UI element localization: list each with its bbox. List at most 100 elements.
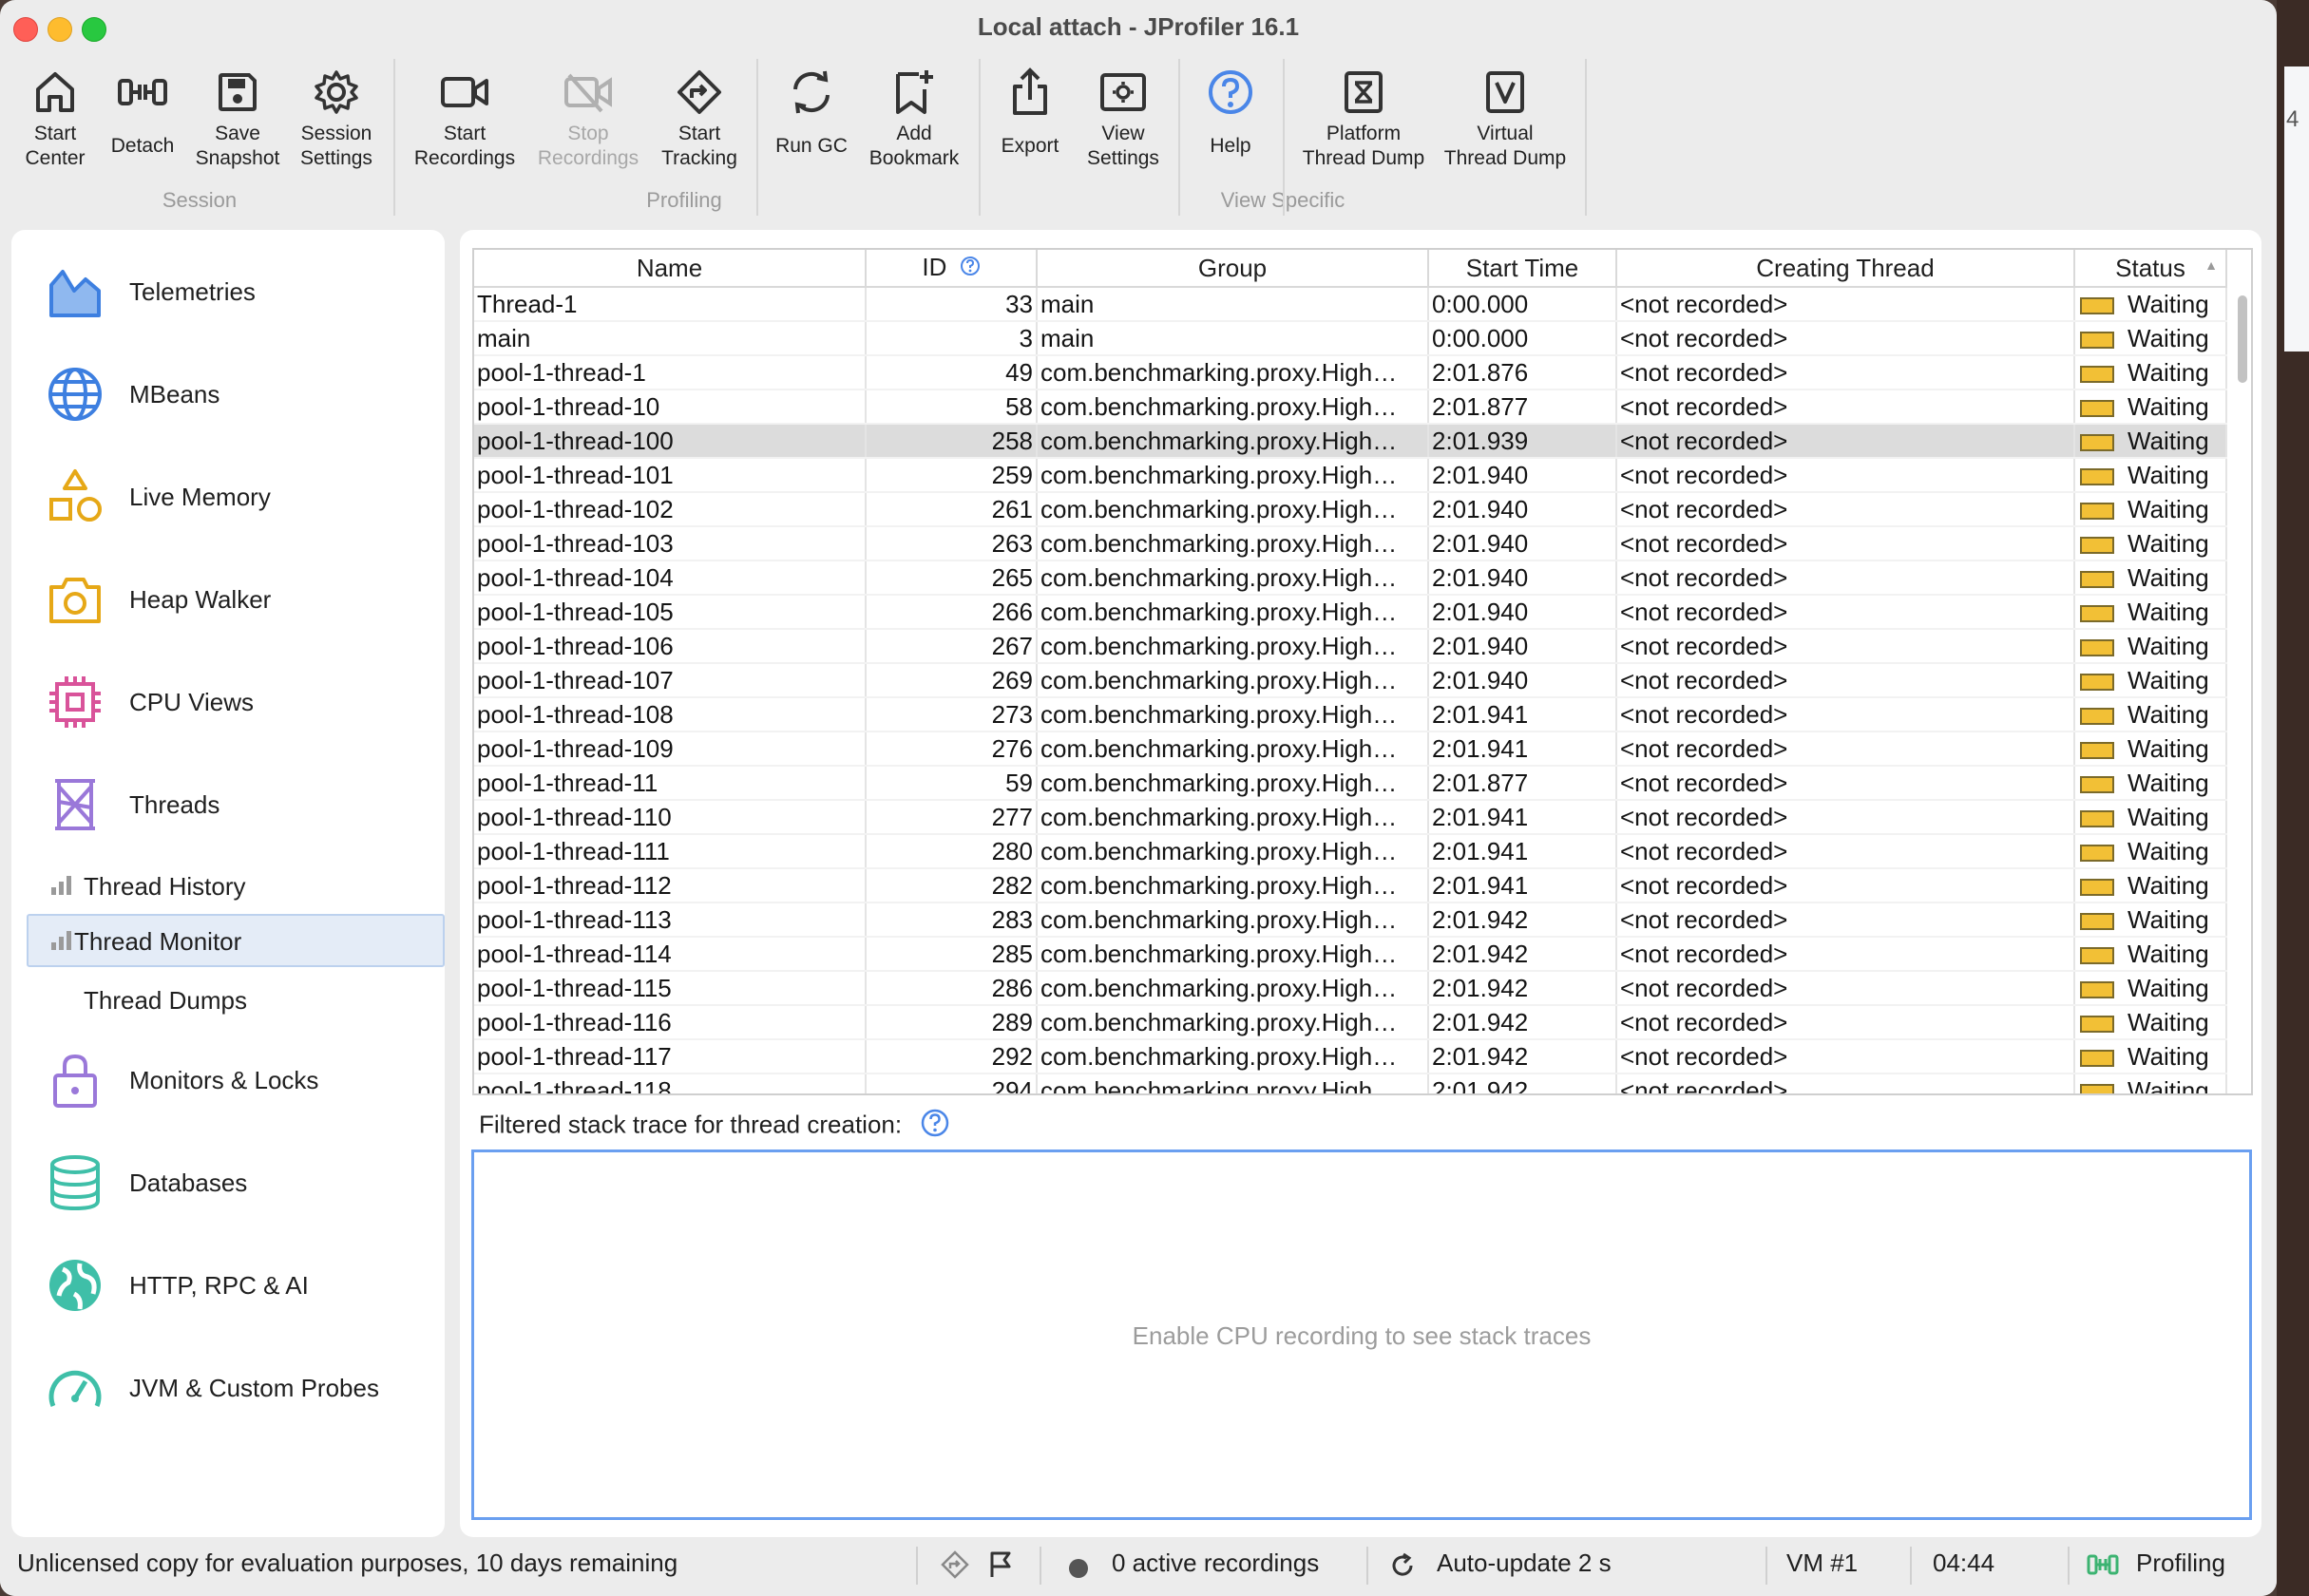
sidebar-item-mbeans[interactable]: MBeans (11, 353, 445, 429)
table-row[interactable]: pool-1-thread-113 283 com.benchmarking.pro… (474, 902, 2227, 938)
table-row[interactable]: pool-1-thread-106 267 com.benchmarking.pro… (474, 629, 2227, 664)
cell-group: com.benchmarking.proxy.High… (1037, 732, 1429, 767)
status-separator (1765, 1547, 1767, 1585)
cell-creating-thread: <not recorded> (1616, 1039, 2075, 1074)
add-bookmark-button[interactable]: Add Bookmark (865, 63, 964, 171)
cell-creating-thread: <not recorded> (1616, 595, 2075, 630)
column-header-creating-thread[interactable]: Creating Thread (1616, 250, 2075, 288)
sidebar-item-cpu-views[interactable]: CPU Views (11, 661, 445, 737)
sidebar-item-jvm-custom-probes[interactable]: JVM & Custom Probes (11, 1347, 445, 1423)
cell-start-time: 2:01.877 (1428, 766, 1617, 801)
run-gc-button[interactable]: Run GC (768, 63, 855, 159)
export-button[interactable]: Export (990, 63, 1070, 159)
sidebar-item-monitors-locks[interactable]: Monitors & Locks (11, 1039, 445, 1115)
status-text: Waiting (2128, 870, 2209, 900)
vertical-scrollbar[interactable] (2238, 292, 2247, 1086)
toolbar-separator (1178, 59, 1180, 216)
scrollbar-thumb[interactable] (2238, 295, 2247, 383)
auto-update-text[interactable]: Auto-update 2 s (1437, 1548, 1612, 1578)
cell-status: Waiting (2074, 355, 2227, 390)
table-row[interactable]: pool-1-thread-111 280 com.benchmarking.pro… (474, 834, 2227, 869)
table-row[interactable]: pool-1-thread-118 294 com.benchmarking.pro… (474, 1074, 2227, 1093)
stop-recordings-button[interactable]: Stop Recordings (530, 63, 646, 171)
cell-status: Waiting (2074, 937, 2227, 972)
column-header-status[interactable]: Status ▲ (2074, 250, 2227, 288)
sidebar-item-live-memory[interactable]: Live Memory (11, 456, 445, 532)
cell-id: 261 (866, 492, 1038, 527)
table-row[interactable]: pool-1-thread-1 49 com.benchmarking.proxy.… (474, 355, 2227, 390)
view-settings-button[interactable]: View Settings (1079, 63, 1167, 171)
status-text: Waiting (2128, 973, 2209, 1002)
flag-icon[interactable] (988, 1550, 1015, 1586)
table-row[interactable]: pool-1-thread-110 277 com.benchmarking.pro… (474, 800, 2227, 835)
active-recordings-text[interactable]: 0 active recordings (1112, 1548, 1319, 1578)
sidebar-item-heap-walker[interactable]: Heap Walker (11, 559, 445, 635)
help-button[interactable]: Help (1188, 63, 1273, 159)
table-row[interactable]: pool-1-thread-108 273 com.benchmarking.pro… (474, 697, 2227, 732)
sidebar-item-threads[interactable]: Threads (11, 764, 445, 840)
profiling-status-icon (2087, 1550, 2119, 1586)
table-row[interactable]: pool-1-thread-103 263 com.benchmarking.pro… (474, 526, 2227, 561)
status-color-bar (2080, 980, 2114, 998)
start-recordings-button[interactable]: Start Recordings (407, 63, 523, 171)
table-row[interactable]: pool-1-thread-101 259 com.benchmarking.pro… (474, 458, 2227, 493)
refresh-icon[interactable] (1389, 1552, 1416, 1586)
column-header-name[interactable]: Name (474, 250, 867, 288)
column-header-start-time[interactable]: Start Time (1428, 250, 1617, 288)
cell-start-time: 0:00.000 (1428, 321, 1617, 356)
cell-status: Waiting (2074, 1039, 2227, 1074)
table-row[interactable]: main 3 main 0:00.000 <not recorded> Waiting (474, 321, 2227, 356)
stack-trace-panel[interactable]: Enable CPU recording to see stack traces (471, 1150, 2252, 1520)
status-color-bar (2080, 741, 2114, 759)
table-row[interactable]: pool-1-thread-109 276 com.benchmarking.pro… (474, 732, 2227, 767)
status-color-bar (2080, 946, 2114, 964)
cell-id: 276 (866, 732, 1038, 767)
table-row[interactable]: pool-1-thread-102 261 com.benchmarking.pro… (474, 492, 2227, 527)
table-row[interactable]: pool-1-thread-112 282 com.benchmarking.pro… (474, 868, 2227, 903)
info-icon[interactable] (960, 254, 981, 283)
table-row[interactable]: pool-1-thread-107 269 com.benchmarking.pro… (474, 663, 2227, 698)
sidebar-item-telemetries[interactable]: Telemetries (11, 251, 445, 327)
start-center-button[interactable]: Start Center (17, 63, 93, 171)
sidebar-item-databases[interactable]: Databases (11, 1142, 445, 1218)
table-row[interactable]: pool-1-thread-10 58 com.benchmarking.proxy… (474, 390, 2227, 425)
cell-id: 265 (866, 560, 1038, 596)
virtual-thread-dump-icon (1441, 63, 1570, 122)
table-row[interactable]: pool-1-thread-11 59 com.benchmarking.proxy… (474, 766, 2227, 801)
cell-status: Waiting (2074, 424, 2227, 459)
detach-button[interactable]: Detach (103, 63, 182, 159)
column-header-id[interactable]: ID (866, 250, 1038, 288)
status-text: Waiting (2128, 323, 2209, 352)
status-separator (1366, 1547, 1368, 1585)
sidebar-item-thread-monitor[interactable]: Thread Monitor (27, 914, 445, 967)
cell-group: com.benchmarking.proxy.High… (1037, 663, 1429, 698)
tracking-status-icon[interactable] (941, 1550, 969, 1586)
table-row[interactable]: pool-1-thread-115 286 com.benchmarking.pro… (474, 971, 2227, 1006)
table-row[interactable]: pool-1-thread-116 289 com.benchmarking.pro… (474, 1005, 2227, 1040)
table-row[interactable]: pool-1-thread-104 265 com.benchmarking.pro… (474, 560, 2227, 596)
table-row[interactable]: pool-1-thread-105 266 com.benchmarking.pro… (474, 595, 2227, 630)
group-label-profiling: Profiling (646, 188, 722, 212)
column-header-group[interactable]: Group (1037, 250, 1429, 288)
status-separator (1910, 1547, 1912, 1585)
cell-name: Thread-1 (474, 287, 867, 322)
table-row[interactable]: pool-1-thread-100 258 com.benchmarking.pro… (474, 424, 2227, 459)
platform-thread-dump-button[interactable]: Platform Thread Dump (1294, 63, 1433, 171)
table-row[interactable]: pool-1-thread-114 285 com.benchmarking.pro… (474, 937, 2227, 972)
cell-name: pool-1-thread-113 (474, 902, 867, 938)
camera-icon (46, 570, 105, 629)
sidebar-item-http-rpc-ai[interactable]: HTTP, RPC & AI (11, 1244, 445, 1320)
save-snapshot-button[interactable]: Save Snapshot (192, 63, 283, 171)
cell-status: Waiting (2074, 1074, 2227, 1093)
status-text: Waiting (2128, 460, 2209, 489)
start-tracking-button[interactable]: Start Tracking (654, 63, 745, 171)
table-row[interactable]: Thread-1 33 main 0:00.000 <not recorded> Wait… (474, 287, 2227, 322)
sidebar-item-thread-history[interactable]: Thread History (27, 859, 441, 908)
virtual-thread-dump-button[interactable]: Virtual Thread Dump (1441, 63, 1570, 171)
sidebar-item-thread-dumps[interactable]: Thread Dumps (27, 973, 441, 1022)
table-row[interactable]: pool-1-thread-117 292 com.benchmarking.pro… (474, 1039, 2227, 1074)
help-icon[interactable] (920, 1108, 950, 1145)
cell-start-time: 2:01.940 (1428, 560, 1617, 596)
cell-start-time: 2:01.942 (1428, 1039, 1617, 1074)
session-settings-button[interactable]: Session Settings (291, 63, 382, 171)
